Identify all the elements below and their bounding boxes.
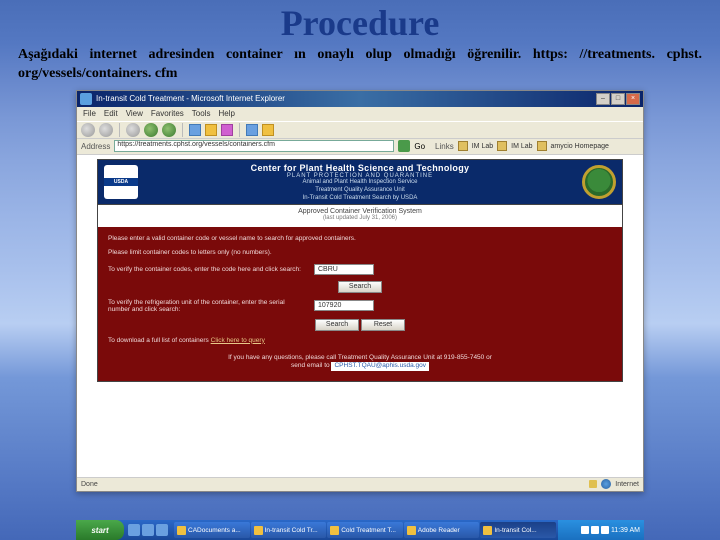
strip-line1: Approved Container Verification System [98,208,622,215]
menu-bar: File Edit View Favorites Tools Help [77,107,643,121]
address-bar-row: Address https://treatments.cphst.org/ves… [77,139,643,155]
reset-button[interactable]: Reset [361,319,405,331]
address-input[interactable]: https://treatments.cphst.org/vessels/con… [114,140,394,152]
slide-title: Procedure [0,0,720,44]
search-form: Please enter a valid container code or v… [97,227,623,382]
banner-sub3: Treatment Quality Assurance Unit [144,187,576,193]
page-viewport: USDA Center for Plant Health Science and… [77,155,643,477]
start-button[interactable]: start [76,520,124,540]
search-button-2[interactable]: Search [315,319,359,331]
refrig-unit-input[interactable] [314,300,374,311]
refresh-button[interactable] [144,123,158,137]
bookmark-icon[interactable] [458,141,468,151]
back-button[interactable] [81,123,95,137]
address-label: Address [81,142,110,151]
taskbar-item[interactable]: CADocuments a... [174,522,250,538]
form-desc1: Please enter a valid container code or v… [108,235,612,243]
clock: 11:39 AM [611,527,640,534]
go-button[interactable] [398,140,410,152]
bookmark-icon[interactable] [537,141,547,151]
taskbar-item-active[interactable]: In-transit Col... [480,522,556,538]
banner-sub4: In-Transit Cold Treatment Search by USDA [144,195,576,201]
links-label: Links [435,142,454,151]
usda-logo-text: USDA [104,178,138,186]
banner-sub2: Animal and Plant Health Inspection Servi… [144,179,576,185]
internet-zone-icon [601,479,611,489]
mail-icon[interactable] [246,124,258,136]
quicklaunch-icon[interactable] [156,524,168,536]
bookmark-3[interactable]: amycio Homepage [551,143,609,150]
taskbar-item[interactable]: Cold Treatment T... [327,522,403,538]
system-tray: 11:39 AM [558,520,644,540]
forward-button[interactable] [99,123,113,137]
home-button[interactable] [162,123,176,137]
slide-subtitle: Aşağıdaki internet adresinden container … [0,44,720,90]
contact-email[interactable]: CPHST.TQAU@aphis.usda.gov [331,362,429,370]
tray-icon[interactable] [591,526,599,534]
quicklaunch-icon[interactable] [142,524,154,536]
bookmark-1[interactable]: IM Lab [472,143,493,150]
close-button[interactable]: × [626,93,640,105]
refrig-unit-label: To verify the refrigeration unit of the … [108,299,308,313]
bookmark-icon[interactable] [497,141,507,151]
usda-logo: USDA [104,165,138,199]
bookmark-2[interactable]: IM Lab [511,143,532,150]
banner-title: Center for Plant Health Science and Tech… [144,163,576,173]
window-title-text: In-transit Cold Treatment - Microsoft In… [96,94,596,103]
search-icon[interactable] [189,124,201,136]
page-subtitle-strip: Approved Container Verification System (… [97,205,623,227]
window-titlebar: In-transit Cold Treatment - Microsoft In… [77,91,643,107]
container-code-input[interactable] [314,264,374,275]
ie-icon [80,93,92,105]
menu-file[interactable]: File [83,109,96,118]
taskbar-item[interactable]: In-transit Cold Tr... [251,522,327,538]
print-icon[interactable] [262,124,274,136]
status-bar: Done Internet [77,477,643,491]
menu-edit[interactable]: Edit [104,109,118,118]
container-code-label: To verify the container codes, enter the… [108,266,308,273]
aphis-seal-icon [582,165,616,199]
minimize-button[interactable]: – [596,93,610,105]
download-link[interactable]: Click here to query [211,337,265,344]
form-desc2: Please limit container codes to letters … [108,249,612,257]
contact-line2: send email to [291,362,330,369]
stop-button[interactable] [126,123,140,137]
browser-window: In-transit Cold Treatment - Microsoft In… [76,90,644,492]
status-left: Done [81,481,98,488]
media-icon[interactable] [221,124,233,136]
favorites-icon[interactable] [205,124,217,136]
windows-taskbar: start CADocuments a... In-transit Cold T… [76,520,644,540]
maximize-button[interactable]: □ [611,93,625,105]
nav-toolbar [77,121,643,139]
lock-icon [589,480,597,488]
strip-line2: (last updated July 31, 2006) [98,215,622,221]
tray-icon[interactable] [601,526,609,534]
search-button-1[interactable]: Search [338,281,382,293]
go-label: Go [414,142,425,151]
site-banner: USDA Center for Plant Health Science and… [97,159,623,205]
tray-icon[interactable] [581,526,589,534]
menu-help[interactable]: Help [218,109,234,118]
download-label: To download a full list of containers [108,337,209,344]
menu-tools[interactable]: Tools [192,109,211,118]
menu-favorites[interactable]: Favorites [151,109,184,118]
contact-line1: If you have any questions, please call T… [108,354,612,362]
status-right-text: Internet [615,481,639,488]
taskbar-item[interactable]: Adobe Reader [404,522,480,538]
menu-view[interactable]: View [126,109,143,118]
quicklaunch-icon[interactable] [128,524,140,536]
